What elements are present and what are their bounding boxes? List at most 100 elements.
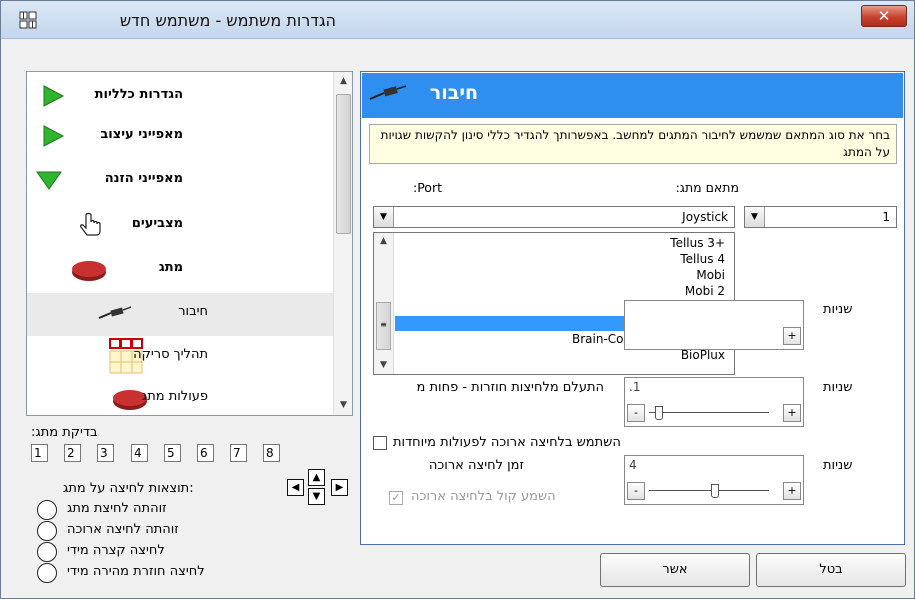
arrow-left-icon[interactable]: ◀ [287,479,304,496]
slider-thumb[interactable] [654,406,663,420]
window-title: הגדרות משתמש - משתמש חדש [119,11,336,30]
result-label: זוהתה לחיצת מתג [67,501,167,516]
result-label: לחיצה קצרה מידי [67,543,165,558]
instructions-text: בחר את סוג המתאם שמשמש לחיבור המתגים למח… [369,124,897,164]
units-label: שניות [823,458,853,473]
cable-plug-icon [98,306,132,319]
close-icon: ✕ [877,7,891,25]
chevron-down-icon[interactable]: ▼ [745,207,765,227]
ok-button[interactable]: אשר [600,553,750,587]
plus-icon[interactable]: + [783,327,801,345]
scroll-thumb[interactable]: ≡ [376,302,391,350]
result-label: לחיצה חוזרת מהירה מידי [67,564,205,579]
ignore-repeat-label: התעלם מלחיצות חוזרות - פחות מ [416,380,604,395]
dropdown-option[interactable]: BioPlux [395,348,734,363]
long-press-time-label: זמן לחיצה ארוכה [428,458,524,473]
long-press-checkbox[interactable] [373,436,387,450]
adapter-select[interactable]: ▼ Joystick [373,206,735,228]
ignore-repeat-slider[interactable]: .1 - + [624,377,804,427]
cable-plug-icon [369,85,407,100]
result-indicator [37,563,57,583]
hand-pointer-icon [80,212,101,236]
nav-item-label: מאפייני הזנה [104,171,183,186]
arrow-up-icon[interactable]: ▲ [308,469,325,486]
result-indicator [37,542,57,562]
arrow-right-icon[interactable]: ▶ [331,479,348,496]
nav-item-general-settings[interactable]: הגדרות כלליות [27,76,333,116]
slider-value: 4 [629,458,637,472]
nav-item-scanning-process[interactable]: תהליך סריקה [27,336,333,376]
switch-indicator: 3 [97,444,114,462]
port-select[interactable]: ▼ 1 [744,206,897,228]
nav-scrollbar[interactable]: ▲ ▼ [333,72,352,415]
switch-indicator: 2 [64,444,81,462]
nav-item-label: מצביעים [131,216,183,231]
arrow-down-icon[interactable]: ▼ [308,488,325,505]
title-bar: הגדרות משתמש - משתמש חדש ✕ [1,1,914,39]
result-indicator [37,521,57,541]
dropdown-option[interactable]: Tellus 4 [395,252,734,267]
units-label: שניות [823,380,853,395]
result-label: זוהתה לחיצה ארוכה [67,522,179,537]
nav-item-label: פעולות מתג [141,389,208,404]
plus-icon[interactable]: + [783,404,801,422]
switch-indicator: 7 [230,444,247,462]
settings-grid-icon [19,11,37,29]
adapter-label: מתאם מתג: [675,180,739,195]
switch-indicator: 1 [31,444,48,462]
slider-track [649,412,769,413]
nav-item-design-properties[interactable]: מאפייני עיצוב [27,116,333,156]
chevron-down-icon[interactable]: ▼ [374,207,394,227]
result-row: לחיצה חוזרת מהירה מידי [37,562,277,583]
nav-item-pointers[interactable]: מצביעים [27,205,333,245]
play-right-green-icon [43,85,65,107]
dropdown-option[interactable]: Tellus 3+ [395,236,734,251]
nav-item-label: חיבור [178,304,208,319]
nav-item-label: מתג [158,260,183,275]
scroll-up-icon[interactable]: ▲ [376,234,391,249]
result-indicator [37,500,57,520]
sound-checkbox[interactable]: ✓ [389,491,403,505]
switch-indicator: 8 [263,444,280,462]
scroll-down-icon[interactable]: ▼ [336,398,351,413]
units-label: שניות [823,302,853,317]
nav-item-input-properties[interactable]: מאפייני הזנה [27,160,333,200]
switch-indicator: 6 [197,444,214,462]
switch-test-label: בדיקת מתג: [31,425,98,440]
expand-down-green-icon [36,171,62,190]
slider-track [649,490,769,491]
port-select-value: 1 [882,210,890,224]
minus-icon[interactable]: - [627,482,645,500]
nav-item-connection[interactable]: חיבור [27,293,333,336]
plus-icon[interactable]: + [783,482,801,500]
result-row: זוהתה לחיצת מתג [37,499,277,520]
panel-header: חיבור [362,73,903,118]
arrow-pad: ▲ ◀ ▶ ▼ [284,469,352,511]
switch-indicator: 4 [131,444,148,462]
nav-item-label: מאפייני עיצוב [100,127,183,142]
dropdown-option[interactable]: Mobi 2 [395,284,734,299]
nav-item-switch-actions[interactable]: פעולות מתג [27,378,333,415]
scroll-up-icon[interactable]: ▲ [336,74,351,89]
close-button[interactable]: ✕ [861,5,907,27]
slider-thumb[interactable] [710,484,719,498]
sound-checkbox-label: השמע קול בלחיצה ארוכה [411,489,556,504]
scroll-down-icon[interactable]: ▼ [376,358,391,373]
play-right-green-icon [43,125,65,147]
long-press-checkbox-label: השתמש בלחיצה ארוכה לפעולות מיוחדות [393,435,621,450]
slider-value: .1 [629,380,641,394]
dropdown-option[interactable]: Mobi [395,268,734,283]
minus-icon[interactable]: - [627,404,645,422]
nav-item-label: הגדרות כלליות [94,87,183,102]
nav-item-switch[interactable]: מתג [27,249,333,289]
dropdown-scrollbar[interactable]: ▲ ≡ ▼ [374,233,394,374]
results-label: :תוצאות לחיצה על מתג [63,481,194,496]
red-switch-icon [72,261,106,281]
long-press-time-slider[interactable]: 4 - + [624,455,804,505]
settings-nav-tree: הגדרות כלליות מאפייני עיצוב מאפייני הזנה… [26,71,353,416]
scroll-thumb[interactable] [336,94,351,234]
port-label: Port: [413,180,442,195]
cancel-button[interactable]: בטל [756,553,906,587]
adapter-select-value: Joystick [682,210,728,224]
result-row: זוהתה לחיצה ארוכה [37,520,277,541]
